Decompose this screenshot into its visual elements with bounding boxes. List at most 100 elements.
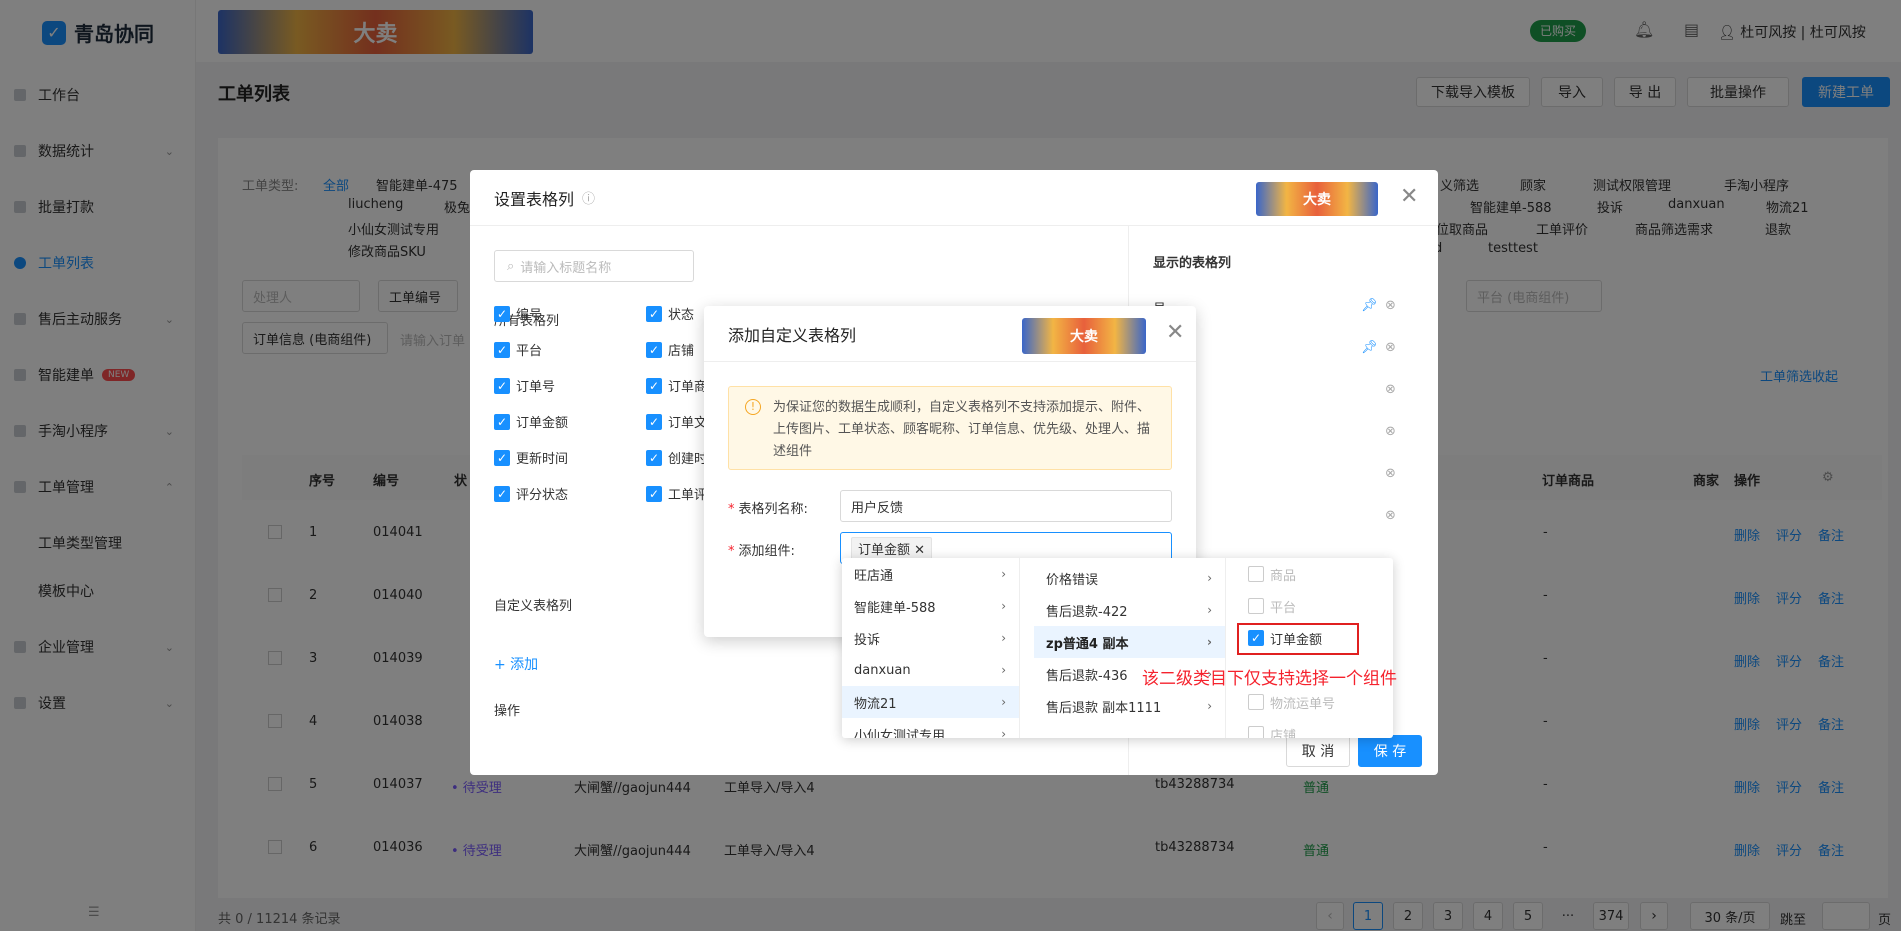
option-label: 商品	[1270, 568, 1297, 584]
chevron-right-icon: ›	[1207, 699, 1212, 713]
checkbox-checked-icon: ✓	[494, 485, 510, 502]
cascader-option[interactable]: 价格错误 ›	[1034, 562, 1225, 594]
remove-icon[interactable]: ⊗	[1385, 340, 1396, 355]
column-checkbox[interactable]: ✓ 创建时	[646, 448, 707, 467]
shown-columns-title: 显示的表格列	[1153, 256, 1232, 271]
checkbox-checked-icon: ✓	[646, 377, 662, 394]
option-label: 物流运单号	[1270, 696, 1336, 712]
dialog-banner: 大卖	[1256, 182, 1378, 216]
ops-label: 操作	[494, 704, 521, 719]
cascader-option[interactable]: 智能建单-588 ›	[842, 590, 1019, 622]
dialog-banner: 大卖	[1022, 318, 1146, 354]
remove-icon[interactable]: ⊗	[1385, 382, 1396, 397]
pin-icon[interactable]: 📌︎	[1361, 340, 1378, 355]
checkbox-empty-icon	[1248, 726, 1264, 738]
checkbox-checked-icon: ✓	[494, 449, 510, 466]
warning-icon: !	[745, 399, 761, 415]
column-checkbox[interactable]: ✓ 更新时间	[494, 448, 568, 467]
chevron-right-icon: ›	[1207, 571, 1212, 585]
tag-close-icon[interactable]: ✕	[914, 543, 925, 558]
checkbox-empty-icon	[1248, 598, 1264, 614]
checkbox-label: 编号	[516, 308, 543, 323]
cascader-option[interactable]: danxuan ›	[842, 654, 1019, 686]
column-name-input[interactable]: 用户反馈	[840, 490, 1172, 522]
cascader-option[interactable]: 售后退款-422 ›	[1034, 594, 1225, 626]
checkbox-label: 状态	[668, 308, 695, 323]
option-label: zp普通4 副本	[1046, 636, 1129, 652]
remove-icon[interactable]: ⊗	[1385, 466, 1396, 481]
checkbox-checked-icon: ✓	[646, 485, 662, 502]
cascader-option[interactable]: 售后退款 副本1111 ›	[1034, 690, 1225, 722]
option-label: 智能建单-588	[854, 600, 936, 616]
option-label: 售后退款 副本1111	[1046, 700, 1162, 716]
close-icon[interactable]: ✕	[1166, 322, 1184, 344]
column-checkbox[interactable]: ✓ 状态	[646, 304, 694, 323]
close-icon[interactable]: ✕	[1400, 186, 1418, 208]
cascader-leaf-option[interactable]: 店铺	[1236, 718, 1386, 738]
option-label: 旺店通	[854, 568, 894, 584]
checkbox-label: 工单评	[668, 488, 708, 503]
chevron-right-icon: ›	[1207, 635, 1212, 649]
column-checkbox[interactable]: ✓ 订单号	[494, 376, 555, 395]
checkbox-checked-icon: ✓	[646, 449, 662, 466]
cascader-option[interactable]: 投诉 ›	[842, 622, 1019, 654]
cascader-option[interactable]: 物流21 ›	[842, 686, 1019, 718]
checkbox-label: 订单金额	[516, 416, 569, 431]
cascader-option[interactable]: zp普通4 副本 ›	[1034, 626, 1225, 658]
option-label: 平台	[1270, 600, 1297, 616]
option-label: 物流21	[854, 696, 897, 712]
remove-icon[interactable]: ⊗	[1385, 424, 1396, 439]
chevron-right-icon: ›	[1001, 727, 1006, 738]
chevron-right-icon: ›	[1001, 695, 1006, 709]
cascader-leaf-option[interactable]: 商品	[1236, 558, 1386, 590]
cascader-level2: 价格错误 › 售后退款-422 › zp普通4 副本 › 售后退款-436 › 售后退款 副本1…	[1034, 558, 1226, 738]
checkbox-label: 平台	[516, 344, 543, 359]
component-label: * 添加组件:	[728, 544, 795, 559]
add-custom-column-button[interactable]: + 添加	[494, 654, 538, 674]
cascader-leaf-option[interactable]: 平台	[1236, 590, 1386, 622]
checkbox-label: 评分状态	[516, 488, 569, 503]
cascader-level1: 旺店通 › 智能建单-588 › 投诉 › danxuan › 物流21 › 小仙女测试专用 ›	[842, 558, 1020, 738]
warning-notice: ! 为保证您的数据生成顺利，自定义表格列不支持添加提示、附件、上传图片、工单状态、…	[728, 386, 1172, 470]
option-label: danxuan	[854, 662, 911, 678]
column-checkbox[interactable]: ✓ 平台	[494, 340, 542, 359]
checkbox-label: 更新时间	[516, 452, 569, 467]
column-search-input[interactable]: ⌕ 请输入标题名称	[494, 250, 694, 282]
column-checkbox[interactable]: ✓ 店铺	[646, 340, 694, 359]
option-label: 店铺	[1270, 728, 1297, 739]
pin-icon[interactable]: 📌︎	[1361, 298, 1378, 313]
cascader-option[interactable]: 小仙女测试专用 ›	[842, 718, 1019, 739]
column-checkbox[interactable]: ✓ 订单商	[646, 376, 707, 395]
selected-tag: 订单金额 ✕	[851, 536, 933, 560]
checkbox-checked-icon: ✓	[646, 305, 662, 322]
cascader-leaf-option[interactable]: 物流运单号	[1236, 686, 1386, 718]
checkbox-label: 创建时	[668, 452, 708, 467]
name-label: * 表格列名称:	[728, 502, 808, 517]
checkbox-checked-icon: ✓	[494, 341, 510, 358]
chevron-right-icon: ›	[1001, 631, 1006, 645]
checkbox-checked-icon: ✓	[646, 341, 662, 358]
checkbox-empty-icon	[1248, 566, 1264, 582]
cancel-button[interactable]: 取 消	[1286, 735, 1350, 767]
column-checkbox[interactable]: ✓ 订单文	[646, 412, 707, 431]
checkbox-label: 订单商	[668, 380, 708, 395]
highlight-box	[1237, 623, 1359, 655]
checkbox-label: 订单文	[668, 416, 708, 431]
option-label: 售后退款-436	[1046, 668, 1128, 684]
option-label: 小仙女测试专用	[854, 728, 946, 739]
checkbox-empty-icon	[1248, 694, 1264, 710]
column-checkbox[interactable]: ✓ 工单评	[646, 484, 707, 503]
dialog-title: 设置表格列	[494, 189, 575, 209]
column-checkbox[interactable]: ✓ 订单金额	[494, 412, 568, 431]
cascader-option[interactable]: 旺店通 ›	[842, 558, 1019, 590]
option-label: 售后退款-422	[1046, 604, 1128, 620]
column-checkbox[interactable]: ✓ 评分状态	[494, 484, 568, 503]
checkbox-checked-icon: ✓	[494, 305, 510, 322]
save-button[interactable]: 保 存	[1358, 735, 1422, 767]
remove-icon[interactable]: ⊗	[1385, 508, 1396, 523]
chevron-right-icon: ›	[1001, 599, 1006, 613]
remove-icon[interactable]: ⊗	[1385, 298, 1396, 313]
column-checkbox[interactable]: ✓ 编号	[494, 304, 542, 323]
chevron-right-icon: ›	[1001, 567, 1006, 581]
annotation-hint: 该二级类目下仅支持选择一个组件	[1142, 669, 1397, 689]
